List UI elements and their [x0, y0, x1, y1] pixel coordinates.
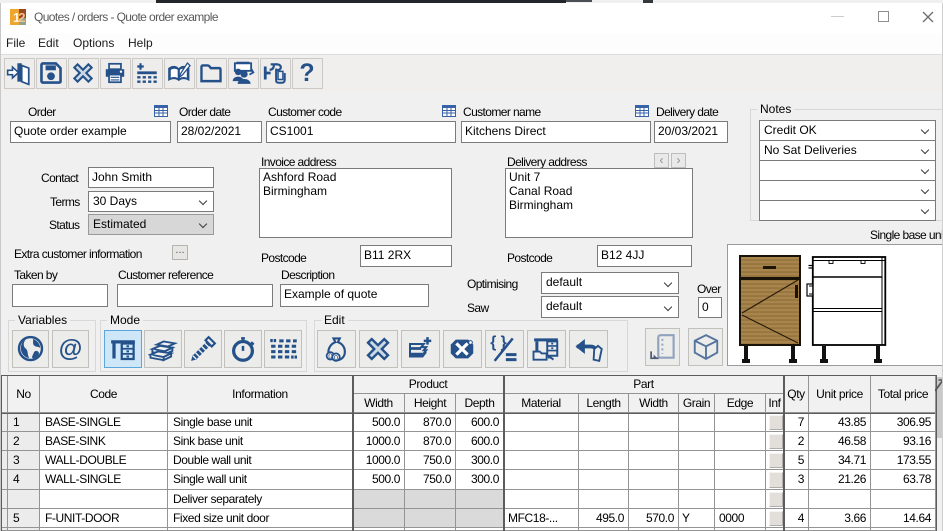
svg-text:0: 0 [328, 352, 332, 361]
svg-text:@: @ [59, 335, 83, 362]
svg-text:2: 2 [18, 10, 25, 25]
svg-text:0: 0 [334, 353, 338, 362]
svg-text:?: ? [299, 60, 314, 86]
